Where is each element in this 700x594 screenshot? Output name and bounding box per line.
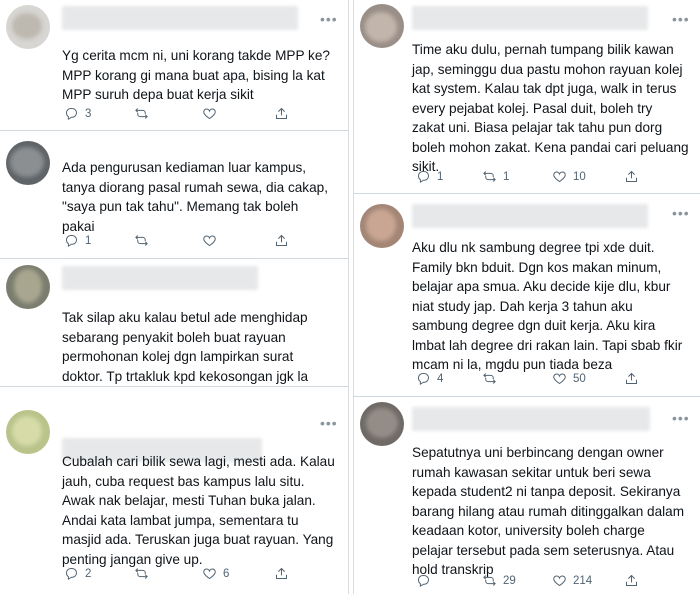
author-name-redacted bbox=[412, 6, 648, 30]
share-icon bbox=[626, 574, 637, 586]
tweet-text: Tak silap aku kalau betul ade menghidap … bbox=[62, 310, 309, 384]
retweet-icon bbox=[135, 235, 148, 246]
share-icon bbox=[626, 170, 637, 182]
like-button[interactable]: 50 bbox=[552, 371, 586, 386]
like-button[interactable]: 214 bbox=[552, 573, 592, 588]
like-button[interactable] bbox=[202, 233, 223, 248]
like-button[interactable] bbox=[202, 106, 223, 121]
like-button[interactable]: 10 bbox=[552, 169, 586, 184]
tweet-text: Cubalah cari bilik sewa lagi, mesti ada.… bbox=[62, 454, 335, 567]
reply-count: 2 bbox=[85, 567, 92, 580]
share-button[interactable] bbox=[274, 566, 289, 581]
retweet-button[interactable] bbox=[134, 233, 155, 248]
more-options-icon[interactable]: ••• bbox=[672, 411, 690, 425]
reply-count: 1 bbox=[437, 170, 444, 183]
reply-icon bbox=[418, 575, 429, 588]
like-button[interactable]: 6 bbox=[202, 566, 229, 581]
more-options-icon[interactable]: ••• bbox=[320, 12, 338, 26]
like-count: 6 bbox=[223, 567, 230, 580]
share-button[interactable] bbox=[274, 233, 289, 248]
like-count: 214 bbox=[573, 574, 593, 587]
author-name-redacted bbox=[412, 204, 648, 228]
share-icon bbox=[626, 372, 637, 384]
tweet-text: Time aku dulu, pernah tumpang bilik kawa… bbox=[412, 42, 689, 174]
reply-button[interactable]: 1 bbox=[416, 169, 443, 184]
tweet-text: Yg cerita mcm ni, uni korang takde MPP k… bbox=[62, 48, 330, 102]
reply-count: 3 bbox=[85, 107, 92, 120]
heart-icon bbox=[553, 171, 566, 183]
share-icon bbox=[276, 567, 287, 579]
reply-button[interactable]: 4 bbox=[416, 371, 443, 386]
share-button[interactable] bbox=[624, 573, 639, 588]
retweet-button[interactable]: 1 bbox=[482, 169, 509, 184]
more-options-icon[interactable]: ••• bbox=[672, 12, 690, 26]
avatar[interactable] bbox=[360, 4, 404, 48]
reply-count: 4 bbox=[437, 372, 444, 385]
share-button[interactable] bbox=[624, 169, 639, 184]
share-icon bbox=[276, 107, 287, 119]
avatar[interactable] bbox=[360, 402, 404, 446]
heart-icon bbox=[203, 568, 216, 580]
tweet-card[interactable]: ••• Aku dlu nk sambung degree tpi xde du… bbox=[354, 194, 700, 397]
tweet-text: Aku dlu nk sambung degree tpi xde duit. … bbox=[412, 240, 683, 372]
more-options-icon[interactable]: ••• bbox=[672, 206, 690, 220]
retweet-count: 29 bbox=[503, 574, 516, 587]
author-name-redacted bbox=[62, 266, 258, 290]
reply-icon bbox=[66, 235, 77, 248]
retweet-icon bbox=[483, 373, 496, 384]
avatar[interactable] bbox=[6, 141, 50, 185]
avatar[interactable] bbox=[6, 265, 50, 309]
reply-icon bbox=[418, 171, 429, 184]
author-name-redacted bbox=[412, 407, 650, 431]
reply-count: 1 bbox=[85, 234, 92, 247]
tweet-card[interactable]: ••• Yg cerita mcm ni, uni korang takde M… bbox=[0, 0, 348, 131]
heart-icon bbox=[203, 235, 216, 247]
like-count: 10 bbox=[573, 170, 586, 183]
tweet-card[interactable]: ••• Cubalah cari bilik sewa lagi, mesti … bbox=[0, 402, 348, 594]
reply-icon bbox=[418, 373, 429, 386]
reply-button[interactable]: 3 bbox=[64, 106, 91, 121]
tweet-text: Ada pengurusan kediaman luar kampus, tan… bbox=[62, 160, 328, 234]
share-button[interactable] bbox=[624, 371, 639, 386]
heart-icon bbox=[203, 108, 216, 120]
author-name-redacted bbox=[62, 6, 298, 30]
retweet-count: 1 bbox=[503, 170, 510, 183]
retweet-icon bbox=[483, 171, 496, 182]
retweet-icon bbox=[135, 108, 148, 119]
reply-icon bbox=[66, 568, 77, 581]
retweet-button[interactable] bbox=[134, 106, 155, 121]
avatar[interactable] bbox=[360, 204, 404, 248]
like-count: 50 bbox=[573, 372, 586, 385]
retweet-icon bbox=[483, 575, 496, 586]
share-icon bbox=[276, 234, 287, 246]
heart-icon bbox=[553, 575, 566, 587]
avatar[interactable] bbox=[6, 5, 50, 49]
avatar[interactable] bbox=[6, 410, 50, 454]
heart-icon bbox=[553, 373, 566, 385]
tweet-card[interactable]: Ada pengurusan kediaman luar kampus, tan… bbox=[0, 131, 348, 259]
retweet-icon bbox=[135, 568, 148, 579]
reply-button[interactable] bbox=[416, 573, 437, 588]
retweet-button[interactable] bbox=[482, 371, 503, 386]
tweet-text: Sepatutnya uni berbincang dengan owner r… bbox=[412, 445, 685, 577]
share-button[interactable] bbox=[274, 106, 289, 121]
retweet-button[interactable] bbox=[134, 566, 155, 581]
tweet-card[interactable]: Tak silap aku kalau betul ade menghidap … bbox=[0, 259, 348, 387]
retweet-button[interactable]: 29 bbox=[482, 573, 516, 588]
tweet-card[interactable]: ••• Time aku dulu, pernah tumpang bilik … bbox=[354, 0, 700, 194]
reply-button[interactable]: 2 bbox=[64, 566, 91, 581]
reply-icon bbox=[66, 108, 77, 121]
reply-button[interactable]: 1 bbox=[64, 233, 91, 248]
tweet-card[interactable]: ••• Sepatutnya uni berbincang dengan own… bbox=[354, 397, 700, 594]
more-options-icon[interactable]: ••• bbox=[320, 416, 338, 430]
